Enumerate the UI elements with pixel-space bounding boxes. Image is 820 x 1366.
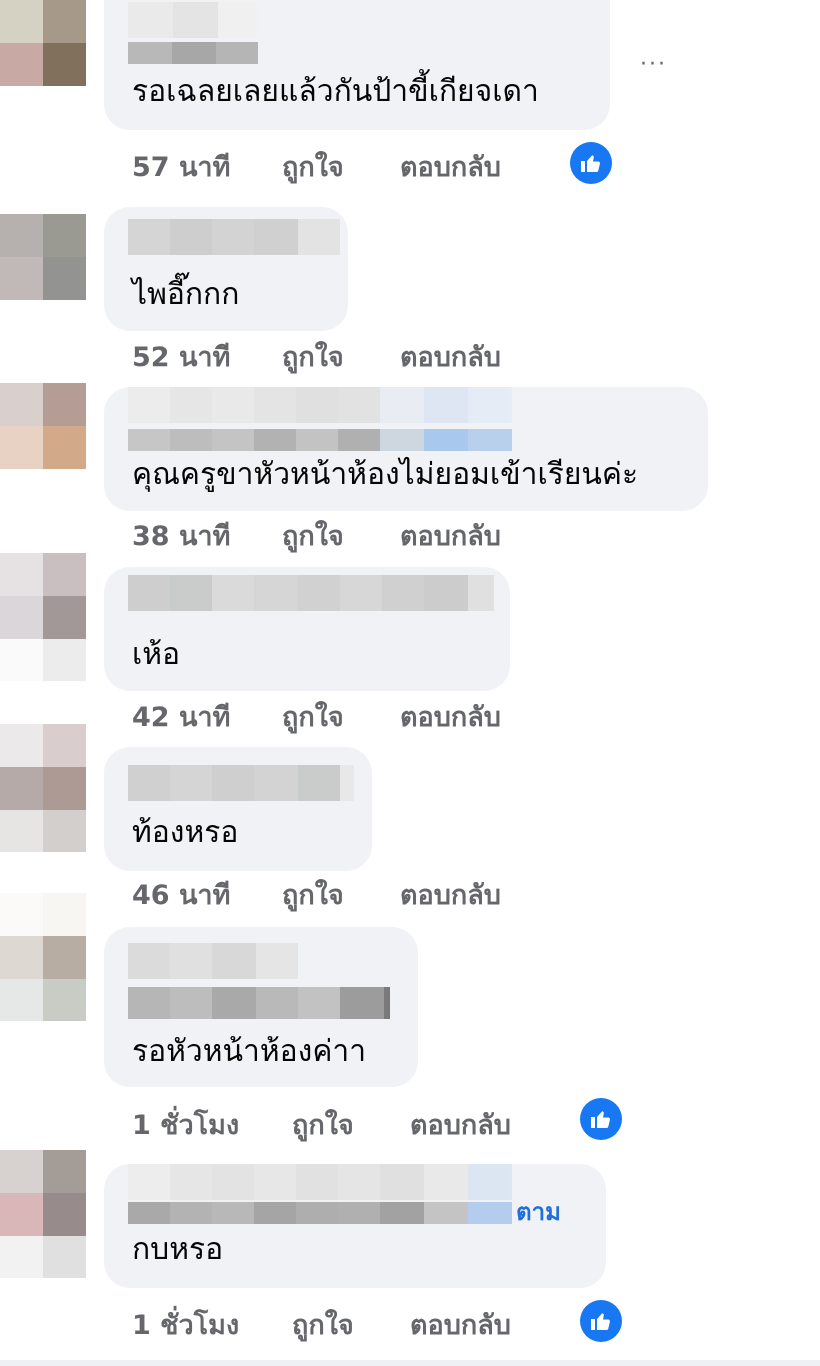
like-button[interactable]: ถูกใจ: [282, 342, 400, 374]
like-button[interactable]: ถูกใจ: [282, 152, 400, 184]
avatar[interactable]: [0, 724, 86, 852]
author-sub-redacted: [128, 42, 258, 64]
comment-timestamp[interactable]: 1 ชั่วโมง: [132, 1110, 292, 1142]
comment-timestamp[interactable]: 52 นาที: [132, 342, 282, 374]
reply-button[interactable]: ตอบกลับ: [410, 1110, 580, 1142]
comment-bubble: ตาม กบหรอ: [104, 1164, 606, 1288]
like-button[interactable]: ถูกใจ: [292, 1110, 410, 1142]
comment-actions: 1 ชั่วโมง ถูกใจ ตอบกลับ: [132, 1310, 580, 1342]
author-sub-redacted: [128, 987, 390, 1019]
comment-text: คุณครูขาหัวหน้าห้องไม่ยอมเข้าเรียนค่ะ: [132, 457, 639, 492]
author-name-redacted[interactable]: [128, 575, 494, 611]
author-name-redacted[interactable]: [128, 387, 512, 423]
like-button[interactable]: ถูกใจ: [282, 521, 400, 553]
comment-timestamp[interactable]: 42 นาที: [132, 702, 282, 734]
comment-text: รอหัวหน้าห้องค่าา: [132, 1034, 367, 1069]
avatar[interactable]: [0, 1150, 86, 1278]
comment-bubble: ไพอี๊กกก: [104, 207, 348, 331]
comment-bubble: เห้อ: [104, 567, 510, 691]
like-button[interactable]: ถูกใจ: [292, 1310, 410, 1342]
comment-text: ไพอี๊กกก: [132, 277, 240, 312]
comment-actions: 38 นาที ถูกใจ ตอบกลับ: [132, 521, 570, 553]
comment-timestamp[interactable]: 38 นาที: [132, 521, 282, 553]
follow-link[interactable]: ตาม: [516, 1192, 561, 1231]
comment-bubble: รอเฉลยเลยแล้วกันป้าขี้เกียจเดา: [104, 0, 610, 130]
comment-timestamp[interactable]: 1 ชั่วโมง: [132, 1310, 292, 1342]
avatar[interactable]: [0, 0, 86, 86]
reply-button[interactable]: ตอบกลับ: [400, 702, 570, 734]
author-name-redacted[interactable]: [128, 765, 354, 801]
author-sub-redacted: [128, 1202, 512, 1224]
thumbs-up-icon[interactable]: [570, 142, 612, 184]
avatar[interactable]: [0, 383, 86, 469]
avatar[interactable]: [0, 553, 86, 681]
comment-timestamp[interactable]: 46 นาที: [132, 880, 282, 912]
like-button[interactable]: ถูกใจ: [282, 880, 400, 912]
comment-timestamp[interactable]: 57 นาที: [132, 152, 282, 184]
thumbs-up-icon[interactable]: [580, 1098, 622, 1140]
thumbs-up-icon[interactable]: [580, 1300, 622, 1342]
like-button[interactable]: ถูกใจ: [282, 702, 400, 734]
comment-text: กบหรอ: [132, 1232, 224, 1267]
comment-actions: 46 นาที ถูกใจ ตอบกลับ: [132, 880, 570, 912]
comment-bubble: ท้องหรอ: [104, 747, 372, 871]
comment-bubble: คุณครูขาหัวหน้าห้องไม่ยอมเข้าเรียนค่ะ: [104, 387, 708, 511]
comment-actions: 1 ชั่วโมง ถูกใจ ตอบกลับ: [132, 1110, 580, 1142]
reply-button[interactable]: ตอบกลับ: [400, 880, 570, 912]
avatar[interactable]: [0, 893, 86, 1021]
comment-actions: 42 นาที ถูกใจ ตอบกลับ: [132, 702, 570, 734]
comment-text: เห้อ: [132, 637, 181, 672]
comment-bubble: รอหัวหน้าห้องค่าา: [104, 927, 418, 1087]
author-sub-redacted: [128, 429, 512, 451]
comment-text: รอเฉลยเลยแล้วกันป้าขี้เกียจเดา: [132, 74, 539, 109]
author-name-redacted[interactable]: [128, 219, 340, 255]
comment-actions: 57 นาที ถูกใจ ตอบกลับ: [132, 152, 570, 184]
author-name-redacted[interactable]: [128, 943, 298, 979]
reply-button[interactable]: ตอบกลับ: [400, 342, 570, 374]
reply-button[interactable]: ตอบกลับ: [400, 521, 570, 553]
author-name-redacted[interactable]: [128, 1164, 512, 1200]
more-horizontal-icon[interactable]: ···: [640, 54, 674, 76]
avatar[interactable]: [0, 214, 86, 300]
reply-button[interactable]: ตอบกลับ: [400, 152, 570, 184]
comment-actions: 52 นาที ถูกใจ ตอบกลับ: [132, 342, 570, 374]
reply-button[interactable]: ตอบกลับ: [410, 1310, 580, 1342]
divider: [0, 1360, 820, 1366]
comment-text: ท้องหรอ: [132, 815, 239, 850]
author-name-redacted[interactable]: [128, 2, 258, 38]
